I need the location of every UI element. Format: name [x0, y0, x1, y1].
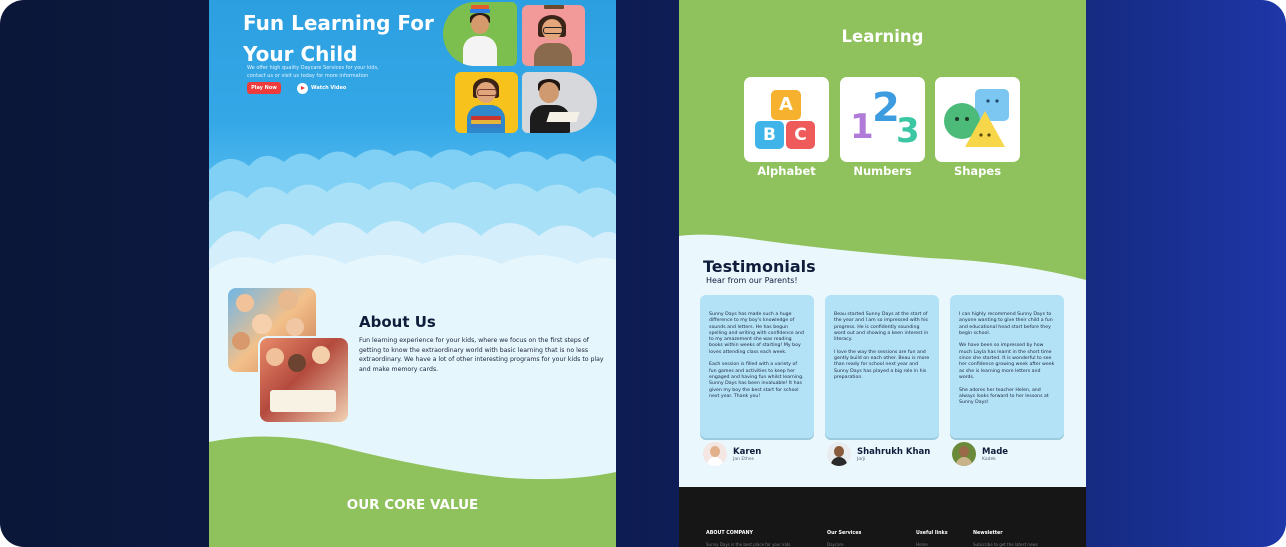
watch-video-button[interactable]: Watch Video	[297, 82, 346, 94]
testimonial-author: Made Kadek	[952, 442, 1008, 466]
hero-photo-girl-glasses	[522, 5, 585, 66]
testimonial-author: Shahrukh Khan Jorji	[827, 442, 930, 466]
avatar	[703, 442, 727, 466]
cloud-divider	[209, 149, 616, 290]
footer: ABOUT COMPANY Sunny Days is the best pla…	[679, 487, 1086, 547]
author-role: Kadek	[982, 456, 996, 462]
home-page-preview: Fun Learning For Your Child We offer hig…	[209, 0, 616, 547]
author-name: Made	[982, 446, 1009, 457]
footer-text-about: Sunny Days is the best place for your ki…	[706, 542, 791, 547]
block-letter-c: C	[786, 121, 815, 149]
about-title: About Us	[359, 313, 436, 331]
footer-heading-about: ABOUT COMPANY	[706, 531, 753, 536]
testimonial-text: Beau started Sunny Days at the start of …	[834, 312, 930, 380]
hero-photo-kid-books-on-head	[443, 2, 517, 66]
shapes-icon	[944, 89, 1009, 147]
about-text: Fun learning experience for your kids, w…	[359, 337, 604, 373]
hero-description: We offer high quality Daycare Services f…	[247, 65, 379, 79]
showcase-frame: Fun Learning For Your Child We offer hig…	[0, 0, 1286, 547]
author-name: Karen	[733, 446, 762, 457]
play-now-button[interactable]: Play Now	[247, 82, 281, 94]
testimonial-card: Beau started Sunny Days at the start of …	[825, 295, 939, 438]
author-role: Jorji	[857, 456, 866, 462]
footer-text-newsletter: Subscribe to get the latest news	[973, 542, 1038, 547]
testimonial-card: I can highly recommend Sunny Days to any…	[950, 295, 1064, 438]
footer-link-home[interactable]: Home	[916, 542, 928, 547]
core-value-heading: OUR CORE VALUE	[346, 497, 479, 513]
testimonial-text: I can highly recommend Sunny Days to any…	[959, 312, 1055, 406]
author-role: Jan Ethes	[733, 456, 754, 462]
author-name: Shahrukh Khan	[857, 446, 931, 457]
hero-photo-girl-books	[455, 72, 518, 133]
watch-video-label: Watch Video	[311, 85, 347, 91]
testimonials-title: Testimonials	[703, 257, 816, 276]
digit-three: 3	[896, 111, 920, 151]
about-photo-kids-reading	[260, 338, 348, 422]
footer-heading-services: Our Services	[827, 531, 862, 536]
footer-heading-links: Useful links	[916, 531, 948, 536]
testimonial-author: Karen Jan Ethes	[703, 442, 761, 466]
alphabet-card[interactable]: A B C	[744, 77, 829, 162]
digit-one: 1	[850, 107, 874, 147]
shapes-card[interactable]	[935, 77, 1020, 162]
hero-title: Fun Learning For Your Child	[243, 11, 434, 66]
testimonial-card: Sunny Days has made such a huge differen…	[700, 295, 814, 438]
numbers-label: Numbers	[853, 164, 912, 178]
green-wave-divider	[209, 436, 616, 547]
alphabet-label: Alphabet	[757, 164, 816, 178]
hero-photo-boy-reading	[522, 72, 597, 133]
avatar	[827, 442, 851, 466]
footer-heading-newsletter: Newsletter	[973, 531, 1003, 536]
block-letter-b: B	[755, 121, 784, 149]
programs-page-preview: Learning A B C Alphabet 1 2 3 Numbers Sh…	[679, 0, 1086, 547]
learning-title: Learning	[841, 27, 924, 46]
footer-link-services[interactable]: Daycare	[827, 542, 844, 547]
avatar	[952, 442, 976, 466]
block-letter-a: A	[771, 90, 801, 120]
numbers-card[interactable]: 1 2 3	[840, 77, 925, 162]
testimonial-text: Sunny Days has made such a huge differen…	[709, 312, 804, 399]
shapes-label: Shapes	[953, 164, 1002, 178]
play-circle-icon	[297, 82, 308, 94]
testimonials-subtitle: Hear from our Parents!	[706, 276, 798, 285]
